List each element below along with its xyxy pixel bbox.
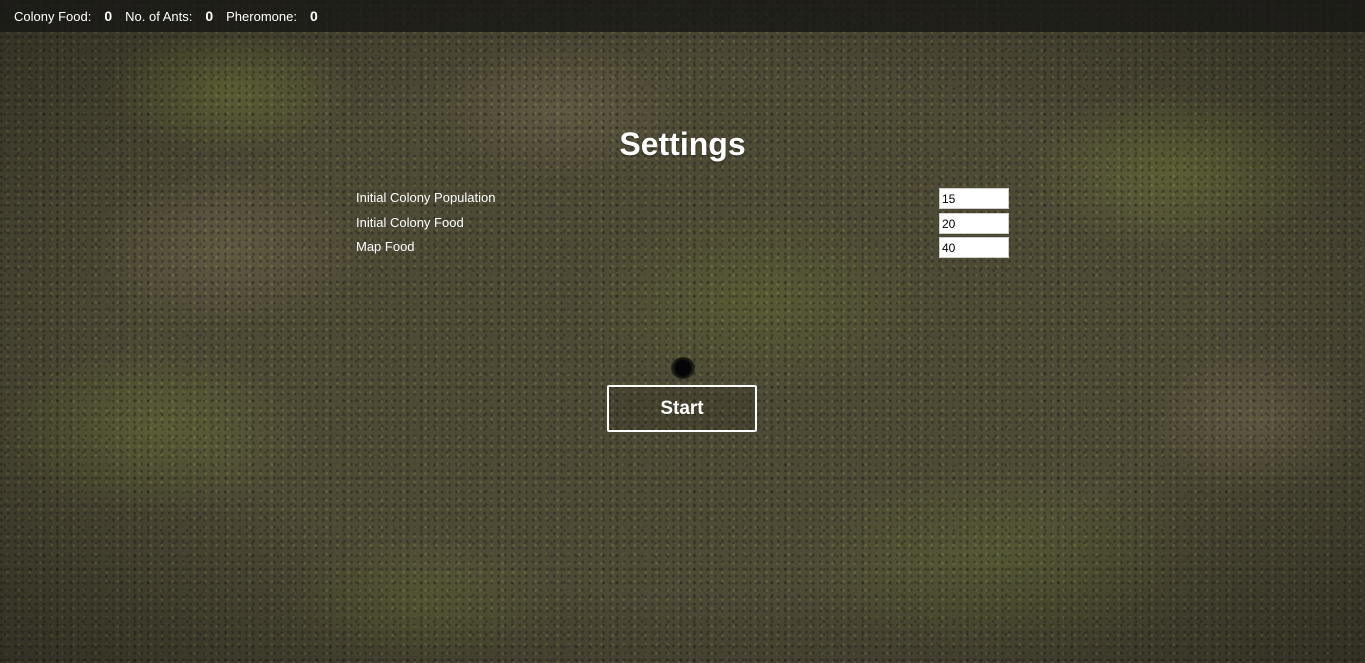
- background-vignette: [0, 0, 1365, 663]
- ground-texture: [0, 0, 1365, 663]
- map-food-label: Map Food: [356, 239, 415, 254]
- ants-count-label: No. of Ants:: [125, 8, 193, 24]
- setting-row-population: Initial Colony Population: [356, 188, 1009, 209]
- game-canvas: Colony Food: 0 No. of Ants: 0 Pheromone:…: [0, 0, 1365, 663]
- map-food-input[interactable]: [939, 237, 1009, 258]
- setting-row-colony-food: Initial Colony Food: [356, 213, 1009, 234]
- ant-nest-hole: [671, 357, 695, 379]
- colony-food-input[interactable]: [939, 213, 1009, 234]
- settings-title: Settings: [619, 126, 746, 162]
- ants-count-value: 0: [205, 8, 214, 24]
- pheromone-value: 0: [309, 8, 318, 24]
- status-bar: Colony Food: 0 No. of Ants: 0 Pheromone:…: [0, 0, 1365, 32]
- population-input[interactable]: [939, 188, 1009, 209]
- colony-food-setting-label: Initial Colony Food: [356, 215, 464, 230]
- colony-food-value: 0: [104, 8, 113, 24]
- colony-food-label: Colony Food:: [14, 8, 92, 24]
- setting-row-map-food: Map Food: [356, 237, 1009, 258]
- population-label: Initial Colony Population: [356, 190, 496, 205]
- start-button[interactable]: Start: [607, 385, 757, 432]
- pheromone-label: Pheromone:: [226, 8, 297, 24]
